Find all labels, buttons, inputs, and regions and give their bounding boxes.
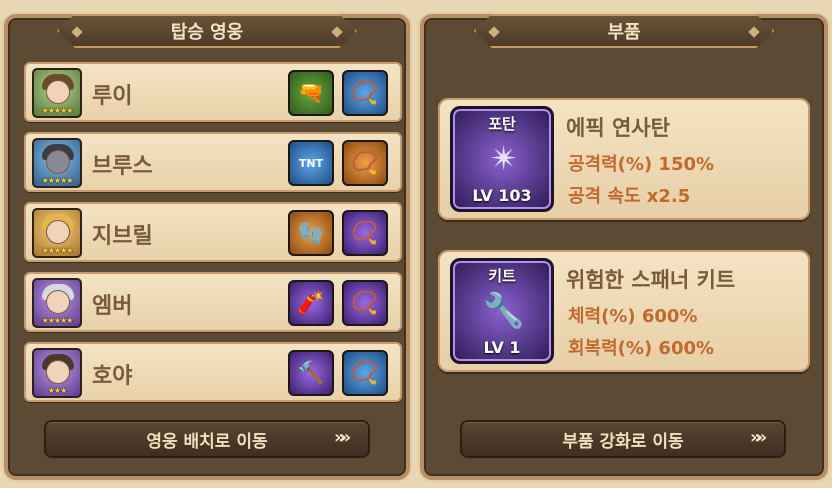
go-hero-placement-button[interactable]: 영웅 배치로 이동 »»	[44, 420, 370, 458]
hero-portrait: ★★★★★	[32, 208, 82, 258]
necklace-icon[interactable]: 📿	[342, 350, 388, 396]
part-name: 에픽 연사탄	[566, 116, 670, 140]
panel-title: 부품	[607, 22, 641, 43]
missile-icon: ✴	[489, 139, 519, 179]
hero-row-3[interactable]: ★★★★★ 지브릴 🧤 📿	[24, 202, 402, 262]
part-stat-2: 공격 속도 x2.5	[568, 186, 691, 207]
part-level: LV 103	[472, 186, 532, 205]
hero-name: 브루스	[92, 154, 153, 179]
hammer-icon[interactable]: 🔨	[288, 350, 334, 396]
necklace-icon[interactable]: 📿	[342, 70, 388, 116]
hero-row-2[interactable]: ★★★★★ 브루스 TNT 📿	[24, 132, 402, 192]
hero-stars: ★★★★★	[41, 176, 74, 185]
parts-panel: 부품 포탄 ✴ LV 103 에픽 연사탄 공격력(%) 150% 공격 속도 …	[420, 14, 828, 480]
wrench-icon: 🔧	[482, 291, 526, 331]
hero-portrait: ★★★★★	[32, 138, 82, 188]
hero-stars: ★★★	[47, 386, 68, 395]
tnt-barrel-icon[interactable]: TNT	[288, 140, 334, 186]
go-parts-upgrade-button[interactable]: 부품 강화로 이동 »»	[460, 420, 786, 458]
part-icon-frame: 포탄 ✴ LV 103	[450, 106, 554, 212]
gauntlet-icon[interactable]: 🧤	[288, 210, 334, 256]
necklace-icon[interactable]: 📿	[342, 280, 388, 326]
hero-stars: ★★★★★	[41, 106, 74, 115]
hero-name: 호야	[92, 364, 133, 389]
necklace-icon[interactable]: 📿	[342, 210, 388, 256]
hero-row-1[interactable]: ★★★★★ 루이 🔫 📿	[24, 62, 402, 122]
part-type-tag: 포탄	[488, 115, 516, 133]
hero-row-4[interactable]: ★★★★★ 엠버 🧨 📿	[24, 272, 402, 332]
hero-name: 루이	[92, 84, 133, 109]
hero-name: 지브릴	[92, 224, 153, 249]
part-name: 위험한 스패너 키트	[566, 268, 736, 292]
double-chevron-icon: »»	[334, 427, 351, 448]
hero-portrait: ★★★★★	[32, 278, 82, 328]
part-stat-1: 체력(%) 600%	[568, 306, 698, 327]
part-stat-2: 회복력(%) 600%	[568, 338, 715, 359]
boarding-heroes-panel: 탑승 영웅 ★★★★★ 루이 🔫 📿 ★★★★★ 브루스 TNT 📿 ★★★★★…	[4, 14, 410, 480]
part-card-2[interactable]: 키트 🔧 LV 1 위험한 스패너 키트 체력(%) 600% 회복력(%) 6…	[438, 250, 810, 372]
pistol-icon[interactable]: 🔫	[288, 70, 334, 116]
hero-stars: ★★★★★	[41, 316, 74, 325]
part-type-tag: 키트	[488, 267, 516, 285]
double-chevron-icon: »»	[750, 427, 767, 448]
cannon-icon[interactable]: 🧨	[288, 280, 334, 326]
necklace-icon[interactable]: 📿	[342, 140, 388, 186]
panel-title: 탑승 영웅	[170, 22, 244, 43]
hero-portrait: ★★★★★	[32, 68, 82, 118]
part-level: LV 1	[483, 338, 521, 357]
panel-title-ribbon: 탑승 영웅	[57, 14, 357, 48]
button-label: 영웅 배치로 이동	[146, 431, 268, 452]
panel-title-ribbon: 부품	[474, 14, 774, 48]
part-card-1[interactable]: 포탄 ✴ LV 103 에픽 연사탄 공격력(%) 150% 공격 속도 x2.…	[438, 98, 810, 220]
button-label: 부품 강화로 이동	[562, 431, 684, 452]
hero-stars: ★★★★★	[41, 246, 74, 255]
part-icon-frame: 키트 🔧 LV 1	[450, 258, 554, 364]
hero-name: 엠버	[92, 294, 133, 319]
part-stat-1: 공격력(%) 150%	[568, 154, 715, 175]
hero-portrait: ★★★	[32, 348, 82, 398]
hero-row-5[interactable]: ★★★ 호야 🔨 📿	[24, 342, 402, 402]
